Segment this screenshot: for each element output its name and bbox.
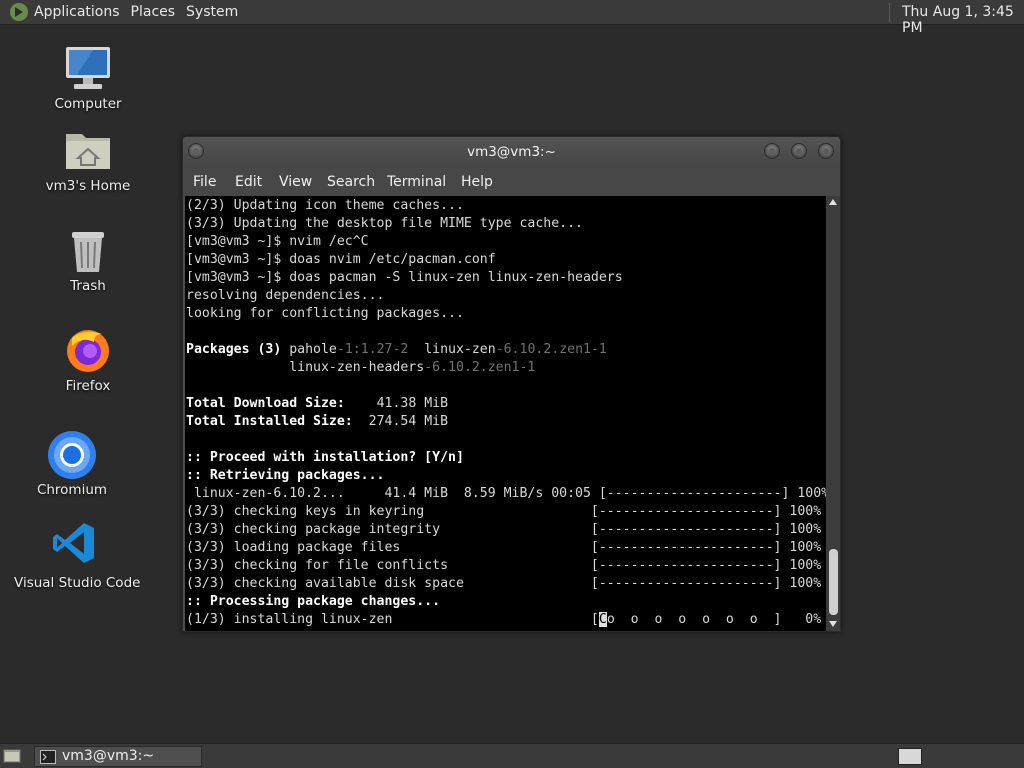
installing-progress: o o o o o o o ] 0% xyxy=(606,612,822,627)
desktop-icon-trash[interactable]: Trash xyxy=(48,228,128,294)
bottom-panel: vm3@vm3:~ xyxy=(0,743,1024,768)
trash-icon xyxy=(72,232,104,272)
desktop-icon-label: Visual Studio Code xyxy=(14,575,141,591)
terminal-scrollbar[interactable] xyxy=(826,196,840,631)
terminal-line-packages: Packages (3) pahole-1:1.27-2 linux-zen-6… xyxy=(185,341,826,359)
package-name: linux-zen-headers xyxy=(289,360,425,375)
terminal-line-progress: linux-zen-6.10.2... 41.4 MiB 8.59 MiB/s … xyxy=(186,486,826,501)
desktop-icon-vscode[interactable]: Visual Studio Code xyxy=(14,520,141,591)
terminal-line: (2/3) Updating icon theme caches... xyxy=(186,198,464,213)
terminal-output[interactable]: (2/3) Updating icon theme caches... (3/3… xyxy=(185,196,826,631)
terminal-line: :: Retrieving packages... xyxy=(186,468,385,483)
terminal-cursor: C xyxy=(598,612,607,627)
terminal-line: [vm3@vm3 ~]$ doas pacman -S linux-zen li… xyxy=(186,270,623,285)
scroll-up-icon[interactable] xyxy=(829,199,837,205)
mate-logo-icon[interactable] xyxy=(9,2,29,22)
scrollbar-thumb[interactable] xyxy=(829,549,838,615)
menu-file[interactable]: File xyxy=(193,174,216,190)
close-button[interactable] xyxy=(818,143,834,159)
desktop-icon-label: Computer xyxy=(54,96,122,112)
terminal-line-progress: (3/3) checking keys in keyring [--------… xyxy=(186,504,822,519)
firefox-icon xyxy=(67,330,109,372)
taskbar-label: vm3@vm3:~ xyxy=(62,748,155,764)
package-version: -1:1.27-2 xyxy=(336,342,409,357)
menu-terminal[interactable]: Terminal xyxy=(387,174,446,190)
terminal-line-packages-cont: linux-zen-headers-6.10.2.zen1-1 xyxy=(185,359,826,377)
terminal-line-progress: (3/3) checking available disk space [---… xyxy=(186,576,822,591)
minimize-button[interactable] xyxy=(764,143,780,159)
package-name: linux-zen xyxy=(424,342,496,357)
system-menu[interactable]: System xyxy=(186,4,247,20)
desktop-icon-computer[interactable]: Computer xyxy=(48,44,128,112)
desktop-icon-label: Firefox xyxy=(65,378,111,394)
workspace-switcher[interactable] xyxy=(898,748,922,765)
package-version: -6.10.2.zen1-1 xyxy=(495,342,607,357)
menu-search[interactable]: Search xyxy=(327,174,375,190)
applications-menu[interactable]: Applications xyxy=(34,4,129,20)
terminal-icon xyxy=(40,750,56,764)
desktop-icon-firefox[interactable]: Firefox xyxy=(48,326,128,394)
desktop-icon-home[interactable]: vm3's Home xyxy=(38,128,138,194)
computer-icon xyxy=(66,47,110,89)
terminal-line: looking for conflicting packages... xyxy=(186,306,464,321)
panel-separator xyxy=(889,3,890,22)
terminal-menubar: File Edit View Search Terminal Help xyxy=(183,167,840,196)
desktop-icon-label: Trash xyxy=(70,278,106,294)
menu-edit[interactable]: Edit xyxy=(235,174,262,190)
terminal-line: (3/3) Updating the desktop file MIME typ… xyxy=(186,216,583,231)
menu-view[interactable]: View xyxy=(279,174,312,190)
installing-text: (1/3) installing linux-zen [ xyxy=(186,612,599,627)
terminal-line-progress: (3/3) checking package integrity [------… xyxy=(186,522,822,537)
window-title: vm3@vm3:~ xyxy=(467,144,556,160)
window-titlebar[interactable]: vm3@vm3:~ xyxy=(183,137,840,167)
vscode-icon xyxy=(53,523,94,563)
terminal-line: [vm3@vm3 ~]$ nvim /ec^C xyxy=(186,234,369,249)
places-menu[interactable]: Places xyxy=(131,4,185,20)
download-size-value: 41.38 MiB xyxy=(376,396,449,411)
desktop-icon-chromium[interactable]: Chromium xyxy=(32,430,112,498)
maximize-button[interactable] xyxy=(791,143,807,159)
installed-size-label: Total Installed Size: xyxy=(186,414,353,429)
terminal-line-installing: (1/3) installing linux-zen [Co o o o o o… xyxy=(185,611,826,629)
desktop-icon-label: vm3's Home xyxy=(45,178,131,194)
terminal-line-download-size: Total Download Size: 41.38 MiB xyxy=(185,395,826,413)
terminal-line: resolving dependencies... xyxy=(186,288,385,303)
terminal-window[interactable]: vm3@vm3:~ File Edit View Search Terminal… xyxy=(182,136,841,632)
package-version: -6.10.2.zen1-1 xyxy=(424,360,536,375)
show-desktop-icon[interactable] xyxy=(3,749,21,763)
chromium-icon xyxy=(48,431,96,479)
download-size-label: Total Download Size: xyxy=(186,396,345,411)
terminal-line-progress: (3/3) loading package files [-----------… xyxy=(186,540,822,555)
terminal-line-installed-size: Total Installed Size: 274.54 MiB xyxy=(185,413,826,431)
installed-size-value: 274.54 MiB xyxy=(368,414,449,429)
terminal-line: :: Proceed with installation? [Y/n] xyxy=(186,450,464,465)
package-name: pahole xyxy=(289,342,337,357)
desktop-icon-label: Chromium xyxy=(36,482,108,498)
terminal-line: :: Processing package changes... xyxy=(186,594,441,609)
clock[interactable]: Thu Aug 1, 3:45 PM xyxy=(902,4,1024,36)
terminal-line: [vm3@vm3 ~]$ doas nvim /etc/pacman.conf xyxy=(186,252,496,267)
packages-label: Packages (3) xyxy=(186,342,282,357)
menu-help[interactable]: Help xyxy=(461,174,493,190)
top-panel: Applications Places System Thu Aug 1, 3:… xyxy=(0,0,1024,36)
terminal-line-progress: (3/3) checking for file conflicts [-----… xyxy=(186,558,822,573)
scroll-down-icon[interactable] xyxy=(829,621,837,627)
taskbar-button-terminal[interactable]: vm3@vm3:~ xyxy=(34,746,202,767)
home-folder-icon xyxy=(66,134,110,169)
